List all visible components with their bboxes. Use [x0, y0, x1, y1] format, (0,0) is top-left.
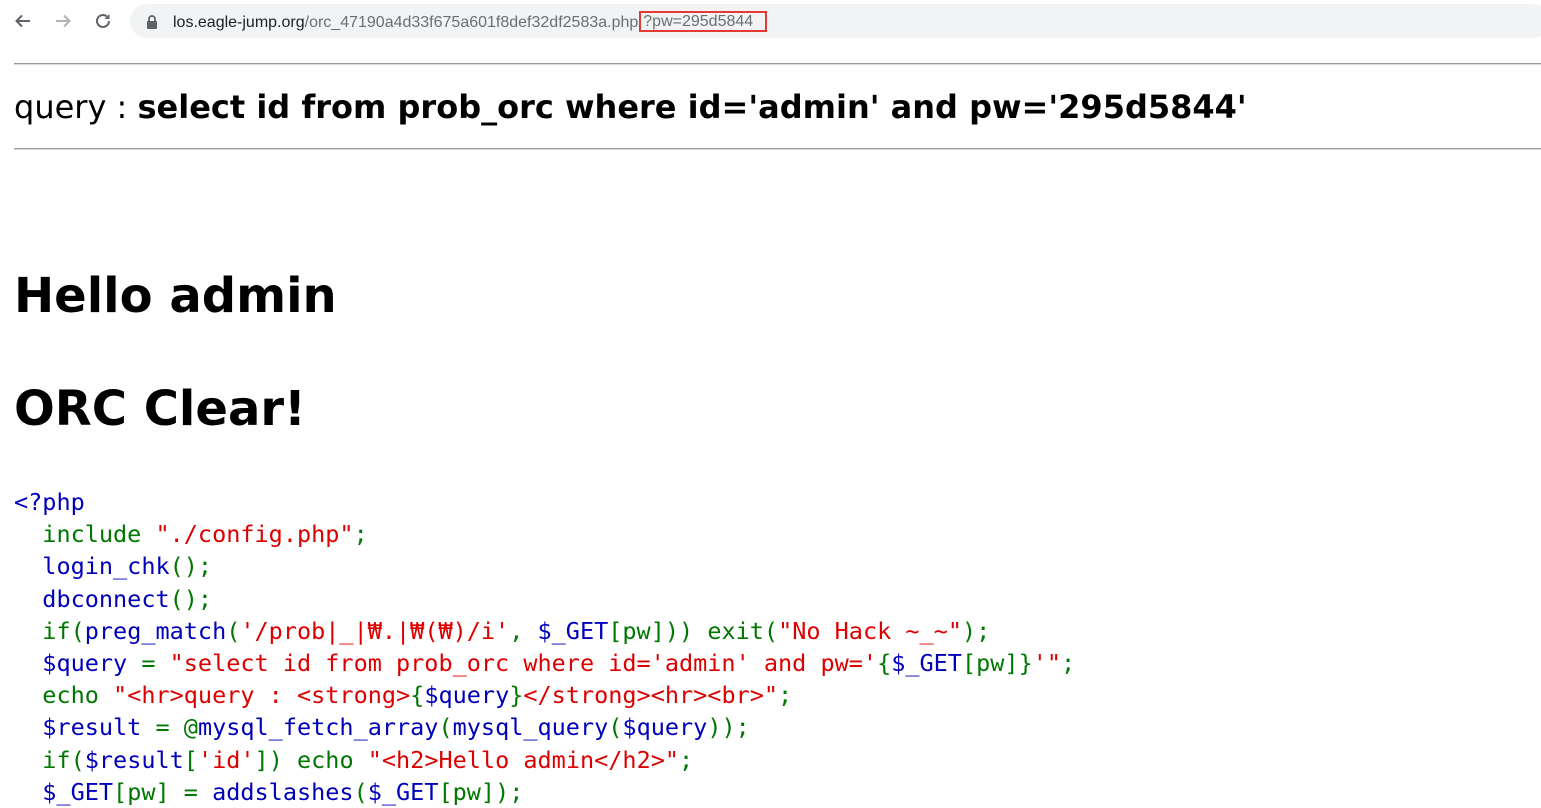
url-text[interactable]: los.eagle-jump.org/orc_47190a4d33f675a60… — [173, 11, 768, 33]
code-line: login_chk(); — [42, 552, 213, 581]
code-line: echo "<hr>query : <strong>{$query}</stro… — [42, 681, 793, 710]
code-line: if(preg_match('/prob|_|₩.|₩(₩)/i', $_GET… — [42, 616, 991, 645]
forward-button[interactable] — [50, 8, 76, 34]
query-text: select id from prob_orc where id='admin'… — [137, 88, 1247, 126]
query-display: query : select id from prob_orc where id… — [14, 88, 1247, 126]
url-path: /orc_47190a4d33f675a601f8def32df2583a.ph… — [304, 14, 639, 31]
code-line: if($result['id']) echo "<h2>Hello admin<… — [42, 745, 694, 774]
url-query-highlighted: ?pw=295d5844 — [639, 11, 768, 32]
reload-icon — [96, 13, 110, 28]
php-source-code: <?php include "./config.php"; login_chk(… — [14, 486, 1075, 808]
url-host: los.eagle-jump.org — [173, 14, 305, 31]
hello-admin-heading: Hello admin — [14, 268, 337, 324]
back-button[interactable] — [10, 8, 36, 34]
code-line: $result = @mysql_fetch_array(mysql_query… — [42, 713, 750, 742]
horizontal-rule-top — [14, 63, 1541, 65]
lock-icon — [146, 14, 158, 33]
browser-toolbar: los.eagle-jump.org/orc_47190a4d33f675a60… — [0, 0, 1541, 42]
code-line: <?php — [14, 488, 85, 516]
query-label: query : — [14, 88, 138, 126]
address-bar[interactable]: los.eagle-jump.org/orc_47190a4d33f675a60… — [130, 4, 1541, 38]
forward-arrow-icon — [56, 14, 71, 28]
reload-button[interactable] — [90, 8, 116, 34]
orc-clear-heading: ORC Clear! — [14, 381, 306, 437]
code-line: $_GET[pw] = addslashes($_GET[pw]); — [42, 777, 524, 806]
code-line: include "./config.php"; — [42, 520, 368, 549]
code-line: $query = "select id from prob_orc where … — [42, 649, 1076, 678]
back-arrow-icon — [15, 14, 30, 28]
code-line: dbconnect(); — [42, 584, 213, 613]
horizontal-rule-bottom — [14, 148, 1541, 150]
